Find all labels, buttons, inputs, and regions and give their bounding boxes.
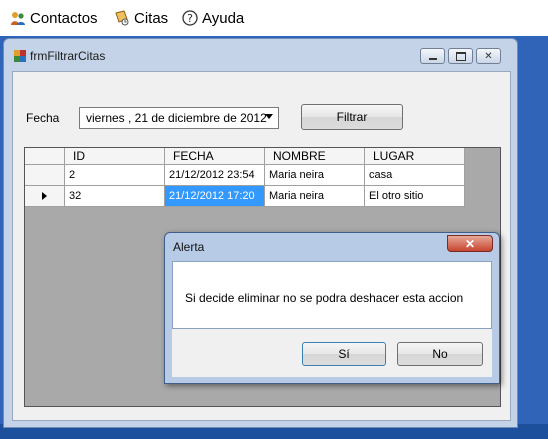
grid-corner[interactable] xyxy=(25,148,65,165)
menu-citas[interactable]: Citas xyxy=(114,8,168,28)
alert-dialog: Alerta ✕ Si decide eliminar no se podra … xyxy=(164,232,500,384)
minimize-icon xyxy=(428,57,437,60)
dropdown-arrow-icon[interactable] xyxy=(265,114,273,119)
date-value: viernes , 21 de diciembre de 2012 xyxy=(86,111,267,125)
cell-nombre[interactable]: Maria neira xyxy=(265,165,365,186)
filter-button[interactable]: Filtrar xyxy=(301,104,403,130)
column-header-id[interactable]: ID xyxy=(65,148,165,165)
fecha-label: Fecha xyxy=(26,111,60,125)
no-button[interactable]: No xyxy=(397,342,483,366)
column-header-nombre[interactable]: NOMBRE xyxy=(265,148,365,165)
cell-id[interactable]: 32 xyxy=(65,186,165,207)
table-row[interactable]: 2 21/12/2012 23:54 Maria neira casa xyxy=(25,165,465,186)
minimize-button[interactable] xyxy=(420,48,445,64)
menu-ayuda[interactable]: ? Ayuda xyxy=(182,8,244,28)
svg-text:?: ? xyxy=(187,12,193,25)
close-icon: ✕ xyxy=(464,236,476,251)
maximize-button[interactable] xyxy=(448,48,473,64)
cell-id[interactable]: 2 xyxy=(65,165,165,186)
menu-citas-label: Citas xyxy=(134,9,169,27)
yes-button[interactable]: Sí xyxy=(302,342,386,366)
people-icon xyxy=(11,12,25,25)
dialog-title: Alerta xyxy=(173,240,205,254)
cell-nombre[interactable]: Maria neira xyxy=(265,186,365,207)
help-icon: ? xyxy=(182,10,198,26)
close-icon: ✕ xyxy=(484,50,493,62)
close-button[interactable]: ✕ xyxy=(476,48,501,64)
menu-bar: Contactos Citas ? Ayuda xyxy=(0,0,548,36)
date-picker[interactable]: viernes , 21 de diciembre de 2012 xyxy=(79,107,279,129)
column-header-lugar[interactable]: LUGAR xyxy=(365,148,465,165)
dialog-footer: Sí No xyxy=(172,329,492,377)
dialog-message: Si decide eliminar no se podra deshacer … xyxy=(185,291,464,305)
form-icon xyxy=(14,50,26,62)
table-row[interactable]: 32 21/12/2012 17:20 Maria neira El otro … xyxy=(25,186,465,207)
menu-ayuda-label: Ayuda xyxy=(202,9,245,27)
row-header-current[interactable] xyxy=(25,186,65,207)
row-header[interactable] xyxy=(25,165,65,186)
menu-contactos[interactable]: Contactos xyxy=(10,8,98,28)
dialog-body: Si decide eliminar no se podra deshacer … xyxy=(172,261,492,329)
window-title: frmFiltrarCitas xyxy=(30,49,106,63)
column-header-fecha[interactable]: FECHA xyxy=(165,148,265,165)
menu-contactos-label: Contactos xyxy=(30,9,98,27)
calendar-icon xyxy=(115,10,129,26)
grid-header: ID FECHA NOMBRE LUGAR xyxy=(25,148,465,165)
cell-fecha[interactable]: 21/12/2012 23:54 xyxy=(165,165,265,186)
cell-lugar[interactable]: casa xyxy=(365,165,465,186)
cell-lugar[interactable]: El otro sitio xyxy=(365,186,465,207)
dialog-close-button[interactable]: ✕ xyxy=(447,235,493,252)
maximize-icon xyxy=(455,51,466,61)
current-row-arrow-icon xyxy=(42,192,47,200)
cell-fecha-selected[interactable]: 21/12/2012 17:20 xyxy=(165,186,265,207)
